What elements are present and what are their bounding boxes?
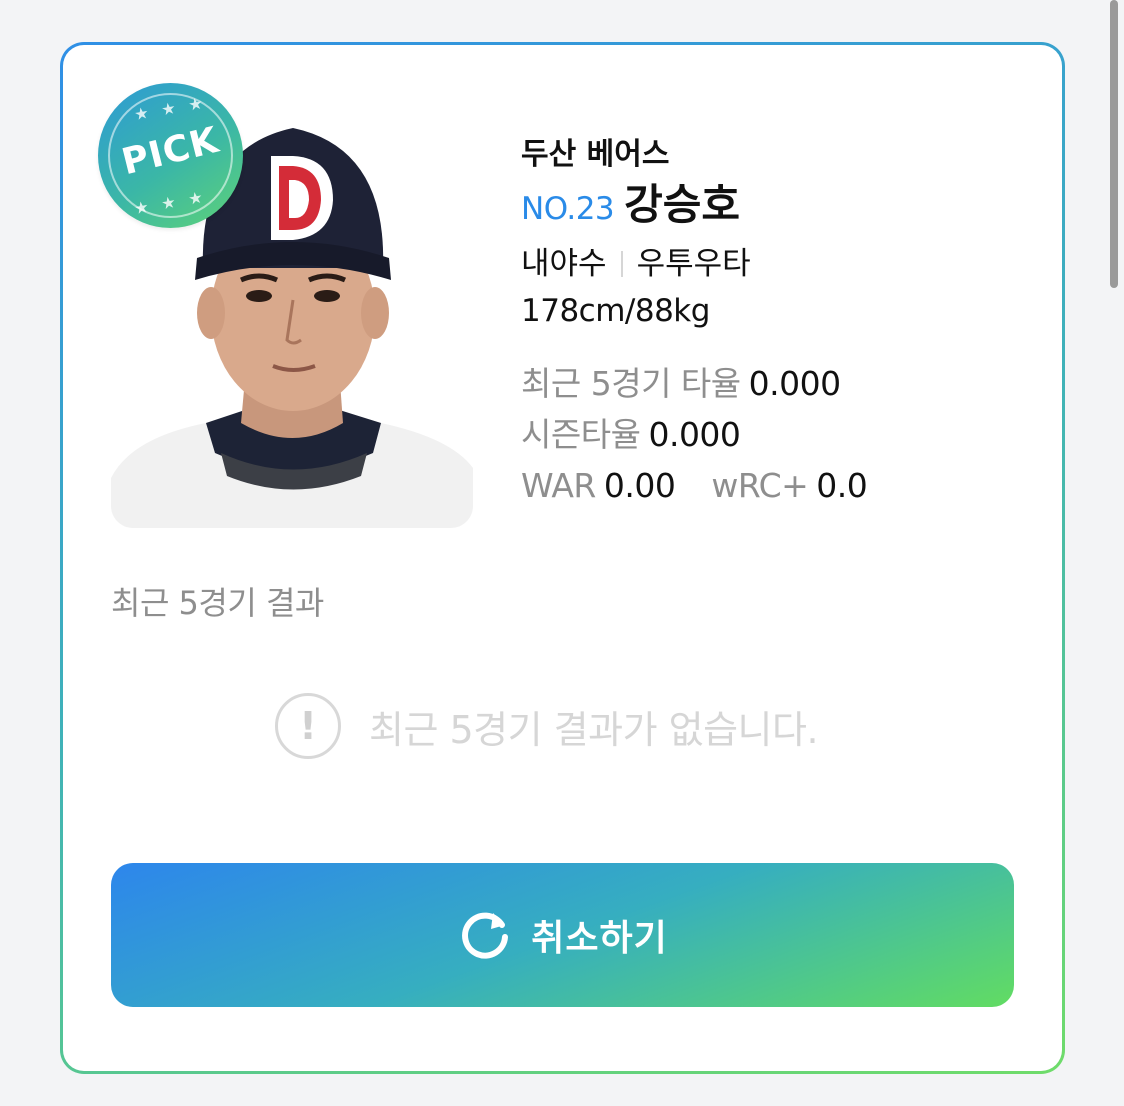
recent5-avg-label: 최근 5경기 타율 xyxy=(521,364,741,403)
player-number: NO.23 xyxy=(521,191,615,227)
player-name: 강승호 xyxy=(624,180,741,229)
cancel-label: 취소하기 xyxy=(531,918,668,959)
exclamation-circle-icon: ! xyxy=(275,693,341,759)
wrc-value: 0.0 xyxy=(816,466,868,505)
recent5-avg-row: 최근 5경기 타율 0.000 xyxy=(521,358,1041,409)
divider xyxy=(620,251,623,277)
season-avg-row: 시즌타율 0.000 xyxy=(521,409,1041,460)
scrollbar[interactable] xyxy=(1110,0,1118,288)
player-card-body: ★ ★ ★ PICK ★ ★ ★ 두산 베어스 NO.23 강승호 내야수 우투우타… xyxy=(63,45,1062,1071)
pick-badge: ★ ★ ★ PICK ★ ★ ★ xyxy=(98,83,243,228)
player-position: 내야수 xyxy=(521,246,607,282)
wrc-label: wRC+ xyxy=(711,466,809,505)
player-info: 두산 베어스 NO.23 강승호 내야수 우투우타 178cm/88kg 최근 5경… xyxy=(521,135,1041,511)
player-name-row: NO.23 강승호 xyxy=(521,179,1041,240)
team-name: 두산 베어스 xyxy=(521,137,670,172)
empty-message: 최근 5경기 결과가 없습니다. xyxy=(369,707,819,752)
player-stats: 최근 5경기 타율 0.000 시즌타율 0.000 WAR 0.00 wRC+ 0.0 xyxy=(521,358,1041,511)
refresh-icon xyxy=(462,912,509,959)
recent5-avg-value: 0.000 xyxy=(748,364,841,403)
bats-throws: 우투우타 xyxy=(636,246,751,282)
war-wrc-row: WAR 0.00 wRC+ 0.0 xyxy=(521,460,1041,511)
page: ★ ★ ★ PICK ★ ★ ★ 두산 베어스 NO.23 강승호 내야수 우투우타… xyxy=(0,0,1124,1106)
recent-results-title: 최근 5경기 결과 xyxy=(111,584,324,622)
war-label: WAR xyxy=(521,466,596,505)
season-avg-value: 0.000 xyxy=(648,415,741,454)
cancel-button[interactable]: 취소하기 xyxy=(111,863,1014,1007)
recent-results-empty: ! 최근 5경기 결과가 없습니다. xyxy=(275,691,819,761)
position-row: 내야수 우투우타 xyxy=(521,242,1041,286)
player-card: ★ ★ ★ PICK ★ ★ ★ 두산 베어스 NO.23 강승호 내야수 우투우타… xyxy=(60,42,1065,1074)
season-avg-label: 시즌타율 xyxy=(521,415,641,454)
player-body: 178cm/88kg xyxy=(521,293,710,329)
war-value: 0.00 xyxy=(603,466,676,505)
